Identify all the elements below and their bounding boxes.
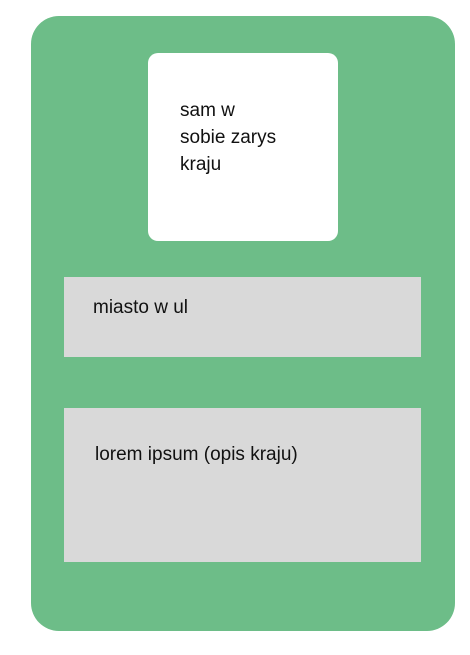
country-card: sam w sobie zarys kraju miasto w ul lore… (31, 16, 455, 631)
country-outline-box: sam w sobie zarys kraju (148, 53, 338, 241)
country-description-text: lorem ipsum (opis kraju) (95, 444, 298, 465)
city-panel: miasto w ul (64, 277, 421, 357)
country-description-panel: lorem ipsum (opis kraju) (64, 408, 421, 562)
city-label: miasto w ul (93, 297, 189, 318)
